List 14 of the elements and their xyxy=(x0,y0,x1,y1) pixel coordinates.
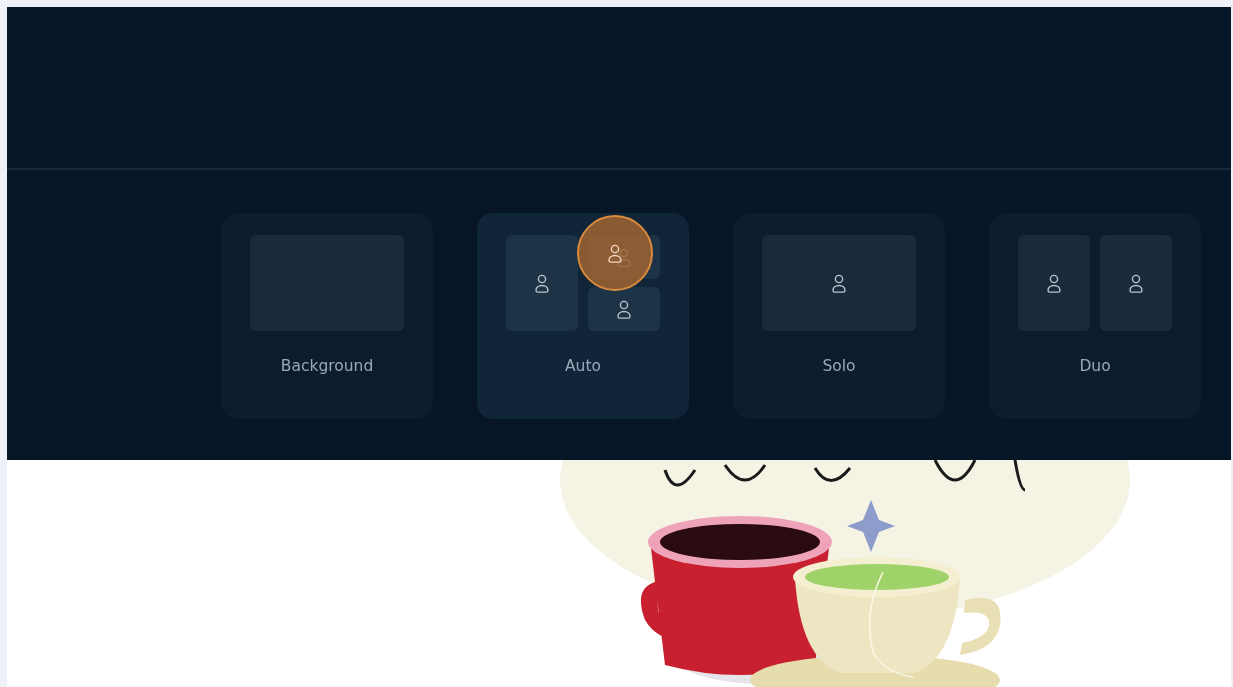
person-icon xyxy=(607,243,623,263)
layout-label: Duo xyxy=(1079,357,1111,375)
layout-option[interactable]: Auto xyxy=(477,213,689,419)
person-icon xyxy=(1046,273,1062,293)
person-icon xyxy=(534,273,550,293)
layout-label: Solo xyxy=(822,357,856,375)
layout-label: Background xyxy=(280,357,374,375)
layout-option[interactable]: Background xyxy=(221,213,433,419)
layout-option[interactable]: Solo xyxy=(733,213,945,419)
person-icon xyxy=(1128,273,1144,293)
layout-option[interactable]: Duo xyxy=(989,213,1201,419)
person-icon xyxy=(831,273,847,293)
person-icon xyxy=(616,299,632,319)
layout-label: Auto xyxy=(565,357,601,375)
